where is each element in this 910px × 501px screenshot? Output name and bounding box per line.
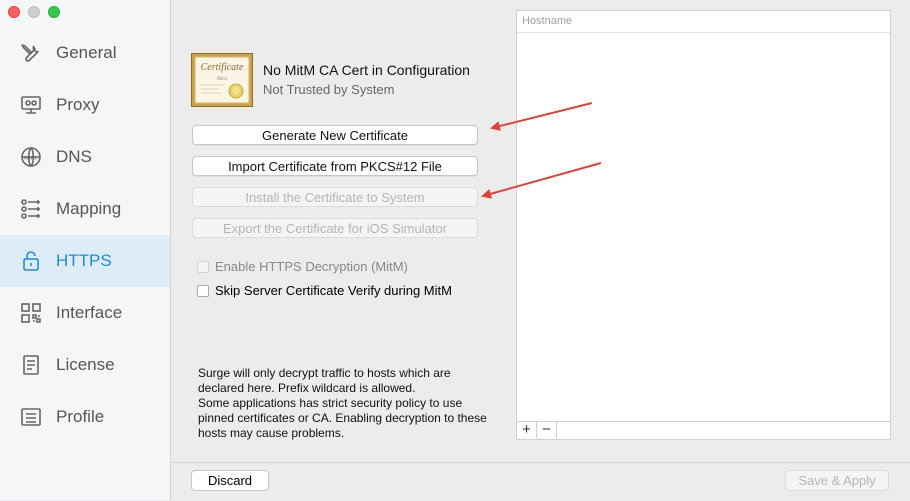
document-icon — [18, 352, 44, 378]
proxy-icon — [18, 92, 44, 118]
sidebar-item-https[interactable]: HTTPS — [0, 235, 170, 287]
certificate-status-title: No MitM CA Cert in Configuration — [263, 62, 470, 78]
sidebar-item-label: DNS — [56, 147, 92, 166]
certificate-trust-status: Not Trusted by System — [263, 82, 395, 97]
sidebar-item-license[interactable]: License — [0, 339, 170, 391]
sidebar-item-profile[interactable]: Profile — [0, 391, 170, 443]
sidebar-item-label: Profile — [56, 407, 105, 426]
import-certificate-button[interactable]: Import Certificate from PKCS#12 File — [192, 156, 478, 176]
sidebar-item-label: Mapping — [56, 199, 122, 218]
checkbox-box[interactable] — [197, 284, 209, 297]
sidebar-item-label: License — [56, 355, 115, 374]
remove-hostname-button[interactable]: − — [537, 422, 557, 438]
preferences-window: General Proxy www DNS Mapping HTTPS Inte… — [0, 0, 910, 501]
mapping-icon — [18, 196, 44, 222]
sidebar-item-general[interactable]: General — [0, 27, 170, 79]
sidebar-item-label: General — [56, 43, 117, 62]
lock-icon — [18, 248, 44, 274]
close-window-button[interactable] — [8, 6, 20, 18]
install-certificate-button[interactable]: Install the Certificate to System — [192, 187, 478, 207]
certificate-image: Certificate Best — [191, 53, 253, 107]
add-hostname-button[interactable]: + — [517, 422, 537, 438]
minimize-window-button[interactable] — [28, 6, 40, 18]
checkbox-label: Enable HTTPS Decryption (MitM) — [215, 259, 408, 274]
sidebar-item-mapping[interactable]: Mapping — [0, 183, 170, 235]
globe-icon: www — [18, 144, 44, 170]
sidebar-item-label: HTTPS — [56, 251, 112, 270]
hostname-table-toolbar: + − — [517, 421, 890, 439]
hostname-column-header[interactable]: Hostname — [517, 11, 890, 33]
discard-button[interactable]: Discard — [191, 470, 269, 491]
sidebar: General Proxy www DNS Mapping HTTPS Inte… — [0, 0, 171, 500]
enable-https-decryption-checkbox[interactable]: Enable HTTPS Decryption (MitM) — [197, 259, 408, 274]
certificate-image-title: Certificate — [201, 62, 244, 73]
sidebar-item-label: Interface — [56, 303, 123, 322]
certificate-image-subtitle: Best — [217, 76, 228, 82]
qrcode-icon — [18, 300, 44, 326]
window-controls — [8, 6, 60, 18]
sidebar-item-proxy[interactable]: Proxy — [0, 79, 170, 131]
list-icon — [18, 404, 44, 430]
generate-certificate-button[interactable]: Generate New Certificate — [192, 125, 478, 145]
sidebar-item-label: Proxy — [56, 95, 100, 114]
export-certificate-button[interactable]: Export the Certificate for iOS Simulator — [192, 218, 478, 238]
checkbox-box[interactable] — [197, 260, 209, 273]
sidebar-item-dns[interactable]: www DNS — [0, 131, 170, 183]
save-apply-button[interactable]: Save & Apply — [785, 470, 889, 491]
checkbox-label: Skip Server Certificate Verify during Mi… — [215, 283, 452, 298]
svg-text:www: www — [23, 156, 38, 162]
tools-icon — [18, 40, 44, 66]
mitm-info-text: Surge will only decrypt traffic to hosts… — [198, 366, 487, 440]
hostname-table[interactable]: Hostname + − — [516, 10, 891, 440]
skip-cert-verify-checkbox[interactable]: Skip Server Certificate Verify during Mi… — [197, 283, 452, 298]
zoom-window-button[interactable] — [48, 6, 60, 18]
sidebar-item-interface[interactable]: Interface — [0, 287, 170, 339]
